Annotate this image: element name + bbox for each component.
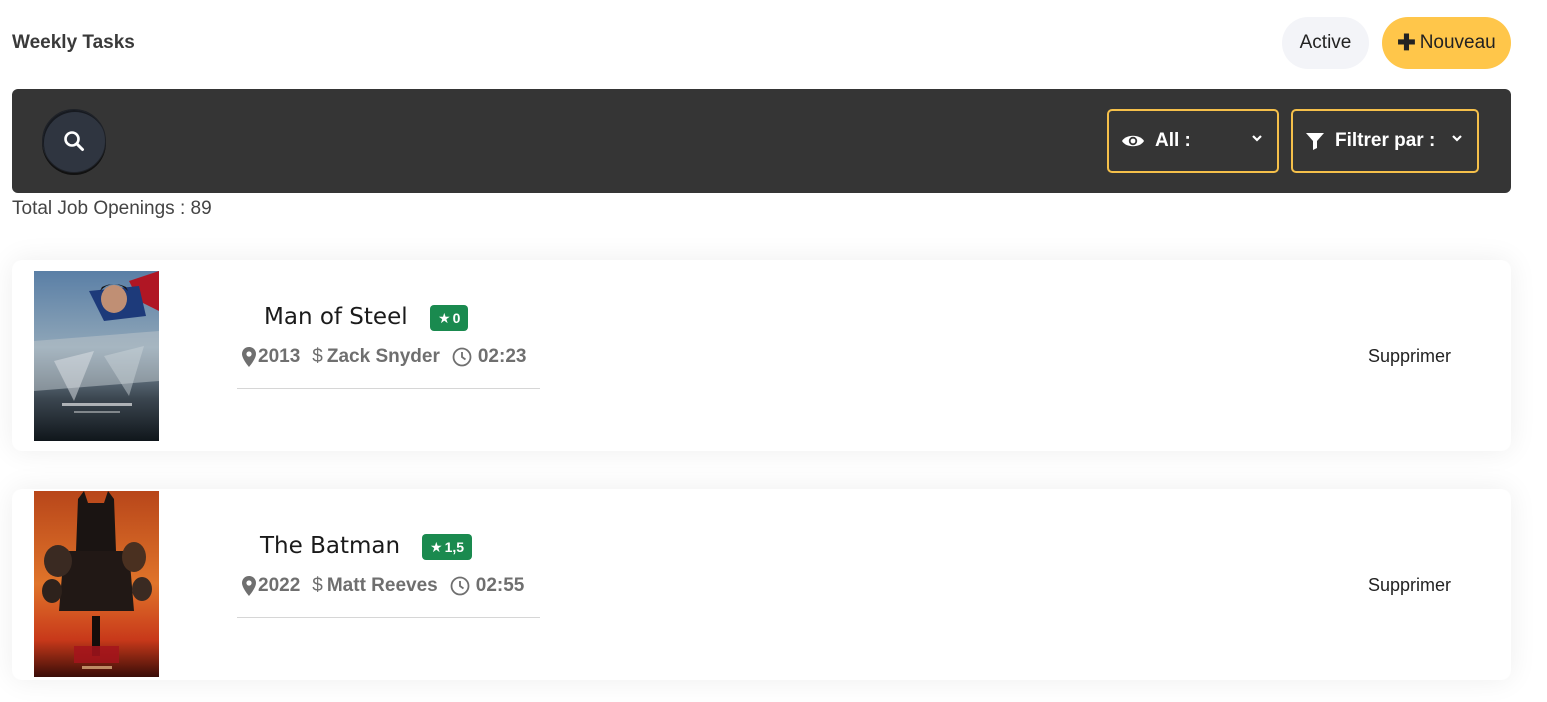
total-job-openings: Total Job Openings : 89 (12, 198, 212, 219)
chevron-down-icon (1252, 135, 1262, 142)
search-button[interactable] (42, 109, 106, 173)
star-icon: ★ (438, 309, 451, 326)
rating-value: 0 (452, 310, 461, 326)
filter-toolbar: All : Filtrer par : (12, 89, 1511, 193)
eye-icon (1122, 135, 1144, 147)
movie-title: The Batman (260, 533, 401, 559)
delete-button[interactable]: Supprimer (1368, 346, 1451, 367)
movie-duration: 02:23 (452, 346, 526, 368)
filter-by-dropdown[interactable]: Filtrer par : (1291, 109, 1479, 173)
chevron-down-icon (1452, 135, 1462, 142)
page: Weekly Tasks Active ✚ Nouveau All : Filt… (0, 0, 1547, 702)
clock-icon (450, 576, 470, 596)
movie-duration: 02:55 (450, 575, 524, 597)
filter-by-label: Filtrer par : (1335, 130, 1436, 151)
divider (237, 388, 540, 389)
rating-badge: ★ 1,5 (422, 534, 473, 560)
movie-director: $ Matt Reeves (312, 575, 438, 596)
movie-poster (34, 491, 159, 677)
map-pin-icon (242, 347, 256, 367)
divider (237, 617, 540, 618)
movie-year: 2013 (242, 346, 300, 368)
star-icon: ★ (430, 538, 443, 555)
rating-value: 1,5 (444, 539, 465, 555)
filter-icon (1306, 133, 1324, 150)
active-button-label: Active (1299, 32, 1352, 53)
view-filter-dropdown[interactable]: All : (1107, 109, 1279, 173)
movie-card: The Batman ★ 1,5 2022 $ Matt Reeves 02:5… (12, 489, 1511, 680)
view-filter-label: All : (1155, 130, 1191, 151)
dollar-icon: $ (312, 575, 323, 596)
new-button[interactable]: ✚ Nouveau (1382, 17, 1511, 69)
new-button-label: Nouveau (1419, 32, 1496, 53)
movie-director: $ Zack Snyder (312, 346, 440, 367)
dollar-icon: $ (312, 346, 323, 367)
movie-year: 2022 (242, 575, 300, 597)
plus-icon: ✚ (1397, 30, 1416, 55)
page-title: Weekly Tasks (12, 32, 135, 53)
rating-badge: ★ 0 (430, 305, 469, 331)
movie-poster (34, 271, 159, 441)
movie-meta: 2022 $ Matt Reeves 02:55 (242, 575, 536, 597)
search-icon (64, 131, 84, 151)
active-button[interactable]: Active (1282, 17, 1369, 69)
clock-icon (452, 347, 472, 367)
movie-card: Man of Steel ★ 0 2013 $ Zack Snyder 02:2… (12, 260, 1511, 451)
map-pin-icon (242, 576, 256, 596)
movie-meta: 2013 $ Zack Snyder 02:23 (242, 346, 538, 368)
delete-button[interactable]: Supprimer (1368, 575, 1451, 596)
movie-title: Man of Steel (264, 304, 408, 330)
